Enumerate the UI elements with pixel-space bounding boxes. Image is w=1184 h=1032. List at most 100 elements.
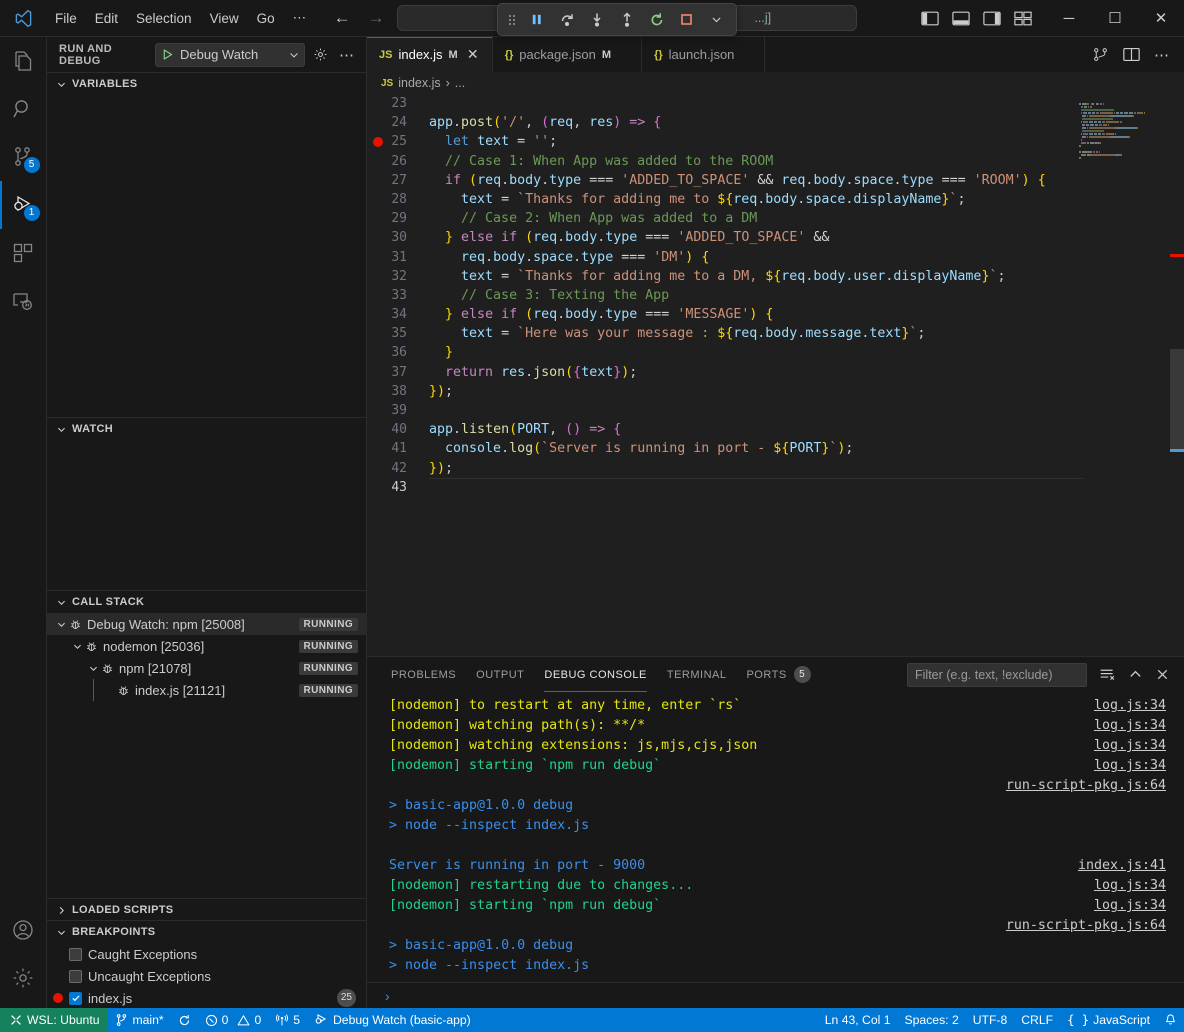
customize-layout-icon[interactable] <box>1014 10 1032 27</box>
status-notifications[interactable] <box>1157 1008 1184 1032</box>
stop-icon[interactable] <box>673 7 700 32</box>
breadcrumb-file[interactable]: index.js <box>398 76 440 90</box>
close-icon[interactable]: ✕ <box>464 46 482 63</box>
call-stack-row[interactable]: npm [21078]RUNNING <box>47 657 366 679</box>
pane-header-loaded-scripts[interactable]: LOADED SCRIPTS <box>47 899 366 921</box>
editor-more-actions-ellipsis-icon[interactable]: ⋯ <box>1154 46 1170 64</box>
debug-toolbar[interactable] <box>497 3 737 36</box>
line-number[interactable]: 39 <box>367 401 429 420</box>
toggle-secondary-sidebar-icon[interactable] <box>983 10 1001 27</box>
menu-go[interactable]: Go <box>248 8 284 29</box>
line-number[interactable]: 41 <box>367 439 429 458</box>
code-line[interactable]: 43 <box>367 478 1184 497</box>
arrow-left-icon[interactable]: ← <box>333 8 351 28</box>
line-number[interactable]: 28 <box>367 190 429 209</box>
menu-edit[interactable]: Edit <box>86 8 127 29</box>
debug-settings-gear-icon[interactable] <box>313 47 328 62</box>
status-cursor-position[interactable]: Ln 43, Col 1 <box>818 1008 898 1032</box>
call-stack-row[interactable]: nodemon [25036]RUNNING <box>47 635 366 657</box>
collapse-panel-chevron-up-icon[interactable] <box>1128 667 1143 682</box>
console-source-link[interactable]: log.js:34 <box>1094 876 1166 896</box>
code-lines[interactable]: 2324app.post('/', (req, res) => {25 let … <box>367 94 1184 497</box>
chevron-down-icon[interactable] <box>69 641 85 652</box>
code-line[interactable]: 41 console.log(`Server is running in por… <box>367 439 1184 458</box>
activity-item-search[interactable] <box>0 85 47 133</box>
status-debug-session[interactable]: Debug Watch (basic-app) <box>307 1008 478 1032</box>
line-number[interactable]: 30 <box>367 228 429 247</box>
minimize-button[interactable]: ─ <box>1046 0 1092 37</box>
panel-tab-ports[interactable]: PORTS 5 <box>736 657 820 692</box>
line-number[interactable]: 37 <box>367 363 429 382</box>
line-number[interactable]: 34 <box>367 305 429 324</box>
panel-tab-terminal[interactable]: TERMINAL <box>657 657 737 692</box>
breakpoint-checkbox[interactable] <box>69 970 82 983</box>
line-number[interactable]: 32 <box>367 267 429 286</box>
code-line[interactable]: 31 req.body.space.type === 'DM') { <box>367 248 1184 267</box>
run-or-debug-editor-icon[interactable] <box>1092 46 1109 63</box>
breakpoint-marker-icon[interactable] <box>373 137 383 147</box>
breakpoint-row[interactable]: Caught Exceptions <box>47 943 366 965</box>
editor-tab-package-json[interactable]: {}package.jsonM <box>493 37 642 72</box>
close-panel-icon[interactable] <box>1155 667 1170 682</box>
line-number[interactable]: 40 <box>367 420 429 439</box>
code-line[interactable]: 29 // Case 2: When App was added to a DM <box>367 209 1184 228</box>
menu-view[interactable]: View <box>201 8 248 29</box>
panel-tab-debug-console[interactable]: DEBUG CONSOLE <box>534 657 656 692</box>
chevron-down-icon[interactable] <box>53 619 69 630</box>
activity-item-remote-explorer[interactable] <box>0 277 47 325</box>
code-line[interactable]: 32 text = `Thanks for adding me to a DM,… <box>367 267 1184 286</box>
chevron-down-icon[interactable] <box>703 7 730 32</box>
line-number[interactable]: 43 <box>367 478 429 497</box>
pane-header-variables[interactable]: VARIABLES <box>47 73 366 95</box>
restart-icon[interactable] <box>643 7 670 32</box>
status-encoding[interactable]: UTF-8 <box>966 1008 1015 1032</box>
code-line[interactable]: 28 text = `Thanks for adding me to ${req… <box>367 190 1184 209</box>
activity-item-extensions[interactable] <box>0 229 47 277</box>
activity-item-source-control[interactable]: 5 <box>0 133 47 181</box>
status-indentation[interactable]: Spaces: 2 <box>898 1008 966 1032</box>
chevron-down-icon[interactable] <box>85 663 101 674</box>
debug-console-output[interactable]: [nodemon] to restart at any time, enter … <box>367 692 1184 982</box>
console-source-link[interactable]: run-script-pkg.js:64 <box>1006 916 1166 936</box>
pause-icon[interactable] <box>523 7 550 32</box>
line-number[interactable]: 31 <box>367 248 429 267</box>
play-icon[interactable] <box>161 48 174 61</box>
menu-selection[interactable]: Selection <box>127 8 201 29</box>
activity-item-explorer[interactable] <box>0 37 47 85</box>
code-line[interactable]: 27 if (req.body.type === 'ADDED_TO_SPACE… <box>367 171 1184 190</box>
status-branch[interactable]: main* <box>108 1008 170 1032</box>
clear-console-icon[interactable] <box>1099 667 1116 682</box>
menu-file[interactable]: File <box>46 8 86 29</box>
line-number[interactable]: 36 <box>367 343 429 362</box>
status-language-mode[interactable]: { } JavaScript <box>1060 1008 1157 1032</box>
breakpoint-row[interactable]: index.js25 <box>47 987 366 1008</box>
split-editor-right-icon[interactable] <box>1123 46 1140 63</box>
pane-header-breakpoints[interactable]: BREAKPOINTS <box>47 921 366 943</box>
code-line[interactable]: 23 <box>367 94 1184 113</box>
console-source-link[interactable]: log.js:34 <box>1094 736 1166 756</box>
call-stack-row[interactable]: Debug Watch: npm [25008]RUNNING <box>47 613 366 635</box>
status-sync[interactable] <box>171 1008 198 1032</box>
line-number[interactable]: 35 <box>367 324 429 343</box>
line-number[interactable]: 42 <box>367 459 429 478</box>
debug-console-input-row[interactable]: › <box>367 982 1184 1008</box>
code-line[interactable]: 30 } else if (req.body.type === 'ADDED_T… <box>367 228 1184 247</box>
code-line[interactable]: 37 return res.json({text}); <box>367 363 1184 382</box>
breakpoint-row[interactable]: Uncaught Exceptions <box>47 965 366 987</box>
line-number[interactable]: 29 <box>367 209 429 228</box>
scrollbar-thumb[interactable] <box>1170 349 1184 449</box>
code-line[interactable]: 42}); <box>367 459 1184 478</box>
status-remote-indicator[interactable]: WSL: Ubuntu <box>0 1008 108 1032</box>
activity-item-accounts[interactable] <box>0 906 47 954</box>
maximize-button[interactable]: ☐ <box>1092 0 1138 37</box>
console-source-link[interactable]: log.js:34 <box>1094 716 1166 736</box>
pane-header-watch[interactable]: WATCH <box>47 418 366 440</box>
minimap[interactable] <box>1075 94 1170 656</box>
menu-more[interactable]: ⋯ <box>284 7 316 29</box>
code-line[interactable]: 25 let text = ''; <box>367 132 1184 151</box>
call-stack-row[interactable]: index.js [21121]RUNNING <box>47 679 366 701</box>
console-source-link[interactable]: log.js:34 <box>1094 696 1166 716</box>
step-over-icon[interactable] <box>553 7 580 32</box>
code-line[interactable]: 35 text = `Here was your message : ${req… <box>367 324 1184 343</box>
line-number[interactable]: 38 <box>367 382 429 401</box>
